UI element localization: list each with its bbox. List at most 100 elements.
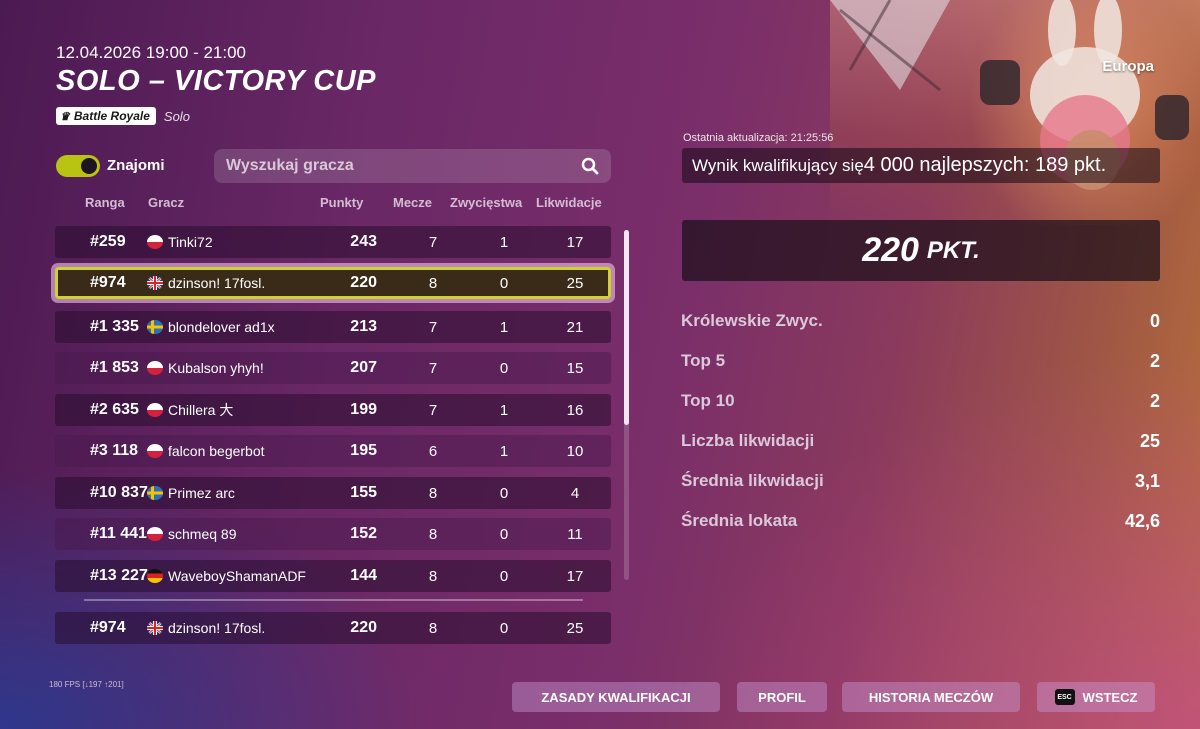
row-wins: 0 bbox=[499, 567, 509, 585]
column-header-points: Punkty bbox=[320, 195, 364, 210]
table-row[interactable]: #1 335 blondelover ad1x 213 7 1 21 bbox=[55, 311, 611, 343]
row-player-name: schmeq 89 bbox=[168, 526, 237, 542]
row-eliminations: 17 bbox=[566, 233, 584, 251]
row-rank: #974 bbox=[90, 274, 126, 291]
friends-toggle[interactable] bbox=[56, 155, 100, 177]
mode-sub-label: Solo bbox=[163, 108, 190, 124]
total-score-value: 220 bbox=[862, 231, 919, 269]
row-rank: #974 bbox=[90, 619, 126, 636]
table-row[interactable]: #3 118 falcon begerbot 195 6 1 10 bbox=[55, 435, 611, 467]
total-score-unit: PKT. bbox=[926, 236, 980, 264]
row-eliminations: 25 bbox=[566, 619, 584, 637]
table-row[interactable]: #13 227 WaveboyShamanADF 144 8 0 17 bbox=[55, 560, 611, 592]
flag-pl-icon bbox=[147, 444, 163, 458]
back-button[interactable]: ESC WSTECZ bbox=[1037, 682, 1155, 712]
row-eliminations: 21 bbox=[566, 318, 584, 336]
stat-label: Liczba likwidacji bbox=[681, 431, 815, 450]
row-rank: #2 635 bbox=[90, 401, 139, 418]
qualifying-score-box: Wynik kwalifikujący się 4 000 najlepszych… bbox=[682, 148, 1160, 183]
toggle-knob bbox=[81, 158, 97, 174]
row-points: 220 bbox=[350, 619, 377, 636]
stat-label: Top 10 bbox=[681, 391, 735, 410]
leaderboard-scrollbar[interactable] bbox=[624, 230, 629, 580]
stat-value: 0 bbox=[1149, 310, 1160, 331]
row-matches: 8 bbox=[428, 567, 438, 585]
row-wins: 0 bbox=[499, 484, 509, 502]
row-player-name: Tinki72 bbox=[168, 234, 213, 250]
row-wins: 0 bbox=[499, 274, 509, 292]
row-points: 213 bbox=[350, 318, 377, 335]
row-player-name: blondelover ad1x bbox=[168, 319, 275, 335]
row-matches: 8 bbox=[428, 525, 438, 543]
row-wins: 1 bbox=[499, 442, 509, 460]
row-player-name: dzinson! 17fosl. bbox=[168, 275, 266, 291]
row-rank: #1 853 bbox=[90, 359, 139, 376]
event-date: 12.04.2026 19:00 - 21:00 bbox=[56, 43, 246, 62]
row-player-name: Chillera 大 bbox=[168, 402, 234, 418]
esc-key-icon: ESC bbox=[1054, 689, 1075, 705]
row-matches: 7 bbox=[428, 233, 438, 251]
flag-gb-icon bbox=[147, 621, 163, 635]
row-wins: 1 bbox=[499, 318, 509, 336]
row-points: 152 bbox=[350, 525, 377, 542]
row-wins: 1 bbox=[499, 401, 509, 419]
column-header-eliminations: Likwidacje bbox=[536, 195, 602, 210]
stat-value: 42,6 bbox=[1124, 510, 1160, 531]
mode-line: ♛ Battle Royale Solo bbox=[56, 107, 190, 125]
row-player-name: Primez arc bbox=[168, 485, 235, 501]
row-player-name: falcon begerbot bbox=[168, 443, 265, 459]
page-title: SOLO – VICTORY CUP bbox=[56, 65, 377, 97]
flag-pl-icon bbox=[147, 527, 163, 541]
hero-character-art bbox=[830, 0, 1200, 225]
row-points: 144 bbox=[350, 567, 377, 584]
table-row[interactable]: #259 Tinki72 243 7 1 17 bbox=[55, 226, 611, 258]
row-matches: 8 bbox=[428, 619, 438, 637]
row-eliminations: 10 bbox=[566, 442, 584, 460]
row-points: 199 bbox=[350, 401, 377, 418]
match-history-button[interactable]: HISTORIA MECZÓW bbox=[842, 682, 1020, 712]
row-wins: 1 bbox=[499, 233, 509, 251]
fps-counter: 180 FPS [↓197 ↑201] bbox=[49, 680, 124, 689]
back-button-label: WSTECZ bbox=[1082, 689, 1138, 705]
row-rank: #10 837 bbox=[90, 484, 148, 501]
mode-badge: ♛ Battle Royale bbox=[56, 107, 156, 125]
flag-de-icon bbox=[147, 569, 163, 583]
column-header-wins: Zwycięstwa bbox=[450, 195, 523, 210]
row-wins: 0 bbox=[499, 525, 509, 543]
row-matches: 8 bbox=[428, 274, 438, 292]
search-icon[interactable] bbox=[581, 157, 599, 175]
my-rank-row[interactable]: #974 dzinson! 17fosl. 220 8 0 25 bbox=[55, 612, 611, 644]
table-row[interactable]: #11 441 schmeq 89 152 8 0 11 bbox=[55, 518, 611, 550]
qualifying-score-label: Wynik kwalifikujący się bbox=[692, 155, 864, 175]
row-points: 243 bbox=[350, 233, 377, 250]
table-row[interactable]: #1 853 Kubalson yhyh! 207 7 0 15 bbox=[55, 352, 611, 384]
table-row-selected[interactable]: #974 dzinson! 17fosl. 220 8 0 25 bbox=[55, 267, 611, 299]
stat-royale-wins: Królewskie Zwyc. 0 bbox=[681, 308, 1160, 334]
table-row[interactable]: #10 837 Primez arc 155 8 0 4 bbox=[55, 477, 611, 509]
row-eliminations: 25 bbox=[566, 274, 584, 292]
row-eliminations: 16 bbox=[566, 401, 584, 419]
stat-top10: Top 10 2 bbox=[681, 388, 1160, 414]
stat-label: Średnia lokata bbox=[681, 511, 798, 530]
last-update-label: Ostatnia aktualizacja: 21:25:56 bbox=[683, 132, 834, 144]
column-header-rank: Ranga bbox=[85, 195, 125, 210]
player-search-input[interactable]: Wyszukaj gracza bbox=[214, 149, 611, 183]
friends-toggle-label: Znajomi bbox=[107, 157, 165, 174]
row-matches: 8 bbox=[428, 484, 438, 502]
scrollbar-thumb[interactable] bbox=[624, 230, 629, 425]
column-header-matches: Mecze bbox=[393, 195, 433, 210]
row-points: 207 bbox=[350, 359, 377, 376]
stat-label: Królewskie Zwyc. bbox=[681, 311, 823, 330]
row-rank: #1 335 bbox=[90, 318, 139, 335]
row-eliminations: 15 bbox=[566, 359, 584, 377]
stat-top5: Top 5 2 bbox=[681, 348, 1160, 374]
stat-value: 25 bbox=[1139, 430, 1160, 451]
stat-avg-eliminations: Średnia likwidacji 3,1 bbox=[681, 468, 1160, 494]
stat-eliminations: Liczba likwidacji 25 bbox=[681, 428, 1160, 454]
flag-pl-icon bbox=[147, 361, 163, 375]
qualification-rules-button[interactable]: ZASADY KWALIFIKACJI bbox=[512, 682, 720, 712]
stat-avg-placement: Średnia lokata 42,6 bbox=[681, 508, 1160, 534]
profile-button[interactable]: PROFIL bbox=[737, 682, 827, 712]
table-row[interactable]: #2 635 Chillera 大 199 7 1 16 bbox=[55, 394, 611, 426]
row-eliminations: 17 bbox=[566, 567, 584, 585]
